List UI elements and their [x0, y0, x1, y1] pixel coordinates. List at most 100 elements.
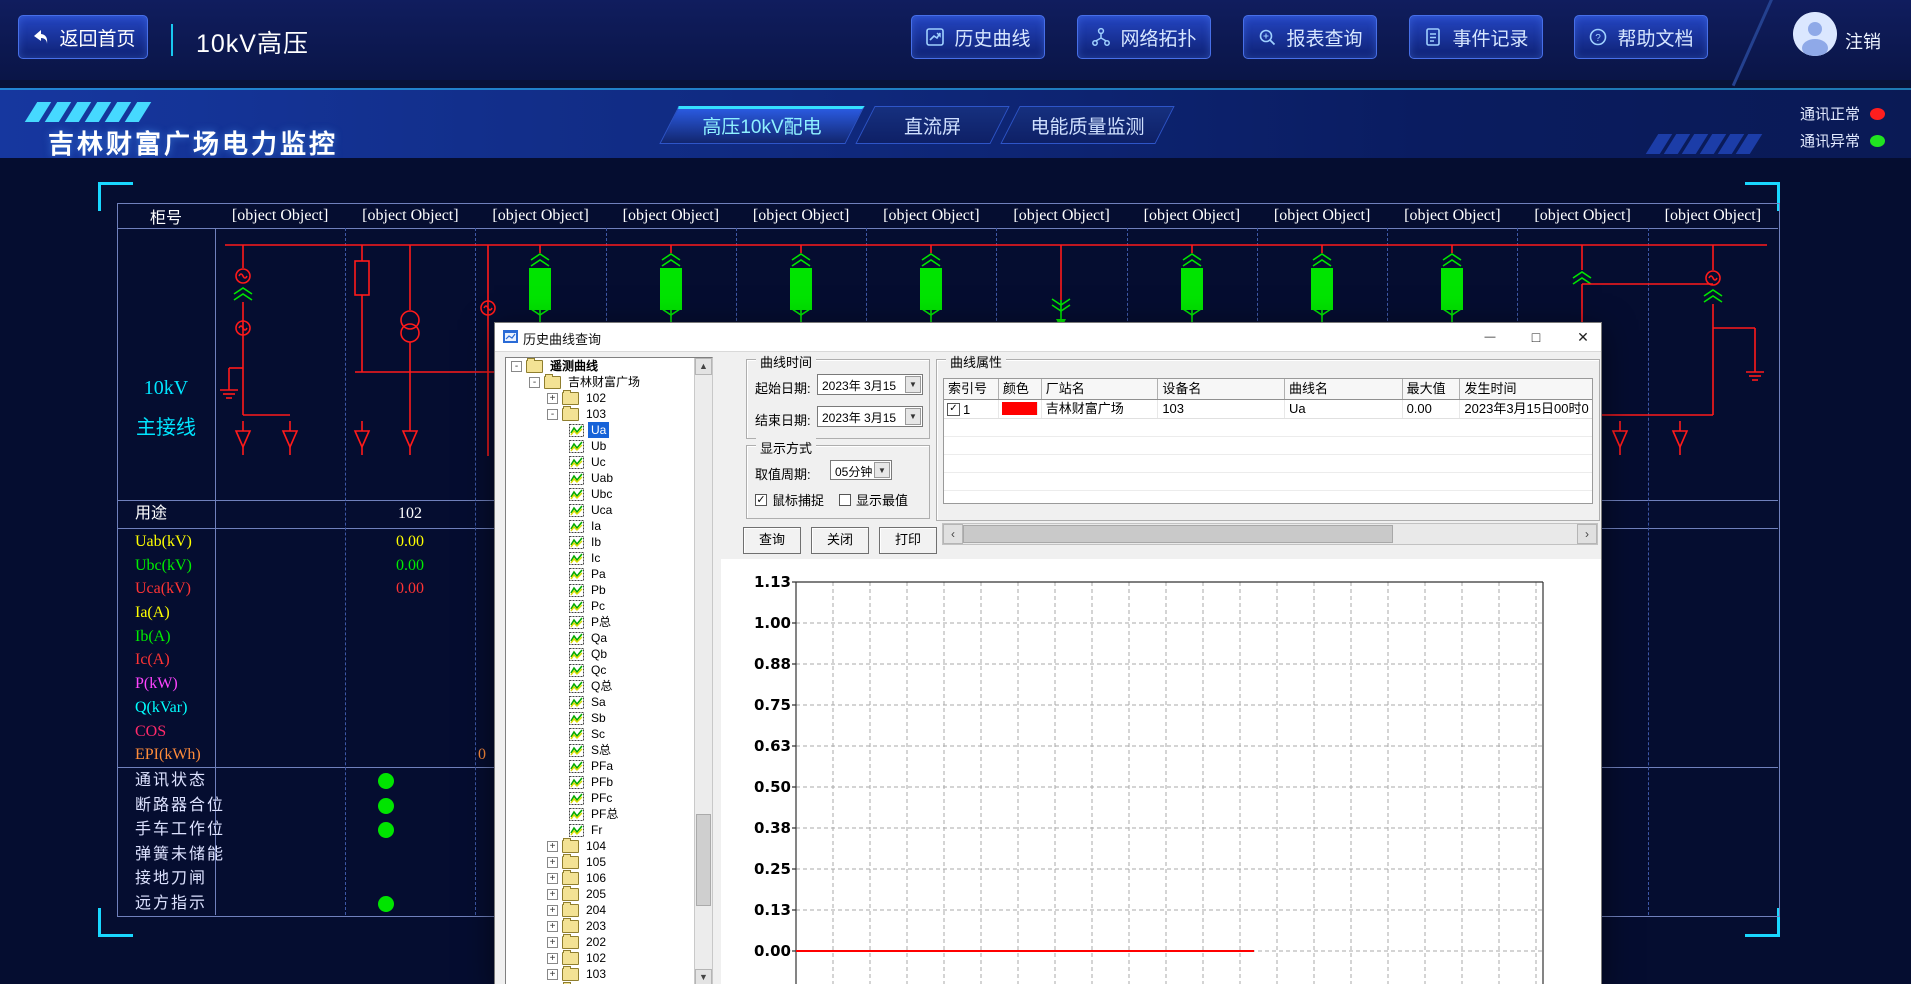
tree-scrollbar[interactable]: ▲ ▼: [694, 358, 712, 984]
tree-item[interactable]: Qc: [506, 662, 712, 678]
avatar[interactable]: [1793, 12, 1837, 56]
row-checkbox[interactable]: ✓: [947, 403, 960, 416]
tree-item[interactable]: Pb: [506, 582, 712, 598]
tree-item[interactable]: PFc: [506, 790, 712, 806]
tab-hv-10kv[interactable]: 高压10kV配电: [669, 106, 855, 144]
tree-item[interactable]: PF总: [506, 806, 712, 822]
tree-item[interactable]: - 吉林财富广场: [506, 374, 712, 390]
attr-table-hscrollbar[interactable]: ‹ ›: [942, 523, 1598, 545]
nav-help-doc-button[interactable]: ? 帮助文档: [1574, 15, 1708, 59]
tree-item[interactable]: Sc: [506, 726, 712, 742]
tree-item[interactable]: Sb: [506, 710, 712, 726]
curve-tree[interactable]: - 遥测曲线 - 吉林财富广场 + 102: [505, 357, 713, 984]
tree-item[interactable]: Uab: [506, 470, 712, 486]
tree-item-label: 102: [583, 390, 609, 406]
scroll-right-arrow[interactable]: ›: [1577, 524, 1597, 544]
curve-attributes-table[interactable]: 索引号 颜色 厂站名 设备名 曲线名 最大值 发生时间 ✓ 1: [943, 378, 1593, 504]
print-button[interactable]: 打印: [879, 527, 937, 554]
tree-expander[interactable]: -: [511, 361, 522, 372]
query-button[interactable]: 查询: [743, 527, 801, 554]
tree-item[interactable]: Ic: [506, 550, 712, 566]
tree-item[interactable]: Uca: [506, 502, 712, 518]
tree-item[interactable]: + 102: [506, 390, 712, 406]
tree-item[interactable]: Ua: [506, 422, 712, 438]
tree-item[interactable]: + 205: [506, 886, 712, 902]
tree-item[interactable]: + 103: [506, 966, 712, 982]
tree-item[interactable]: + 104: [506, 838, 712, 854]
logout-button[interactable]: 注销: [1845, 28, 1881, 54]
tree-item[interactable]: Qb: [506, 646, 712, 662]
tree-expander[interactable]: -: [547, 409, 558, 420]
back-home-button[interactable]: 返回首页: [18, 15, 148, 59]
end-date-picker[interactable]: 2023年 3月15 ▼: [817, 406, 923, 427]
dropdown-arrow-icon[interactable]: ▼: [905, 408, 921, 425]
checkbox-unchecked-icon[interactable]: [839, 494, 851, 506]
tree-item[interactable]: + 106: [506, 870, 712, 886]
scroll-up-arrow[interactable]: ▲: [695, 358, 712, 375]
banner: 吉林财富广场电力监控 高压10kV配电 直流屏 电能质量监测 通讯正常 通讯异常: [0, 88, 1911, 162]
dialog-titlebar[interactable]: 历史曲线查询 — □ ✕: [495, 323, 1601, 352]
tree-item[interactable]: Q总: [506, 678, 712, 694]
tree-item[interactable]: + 202: [506, 934, 712, 950]
measurement-label: Q(kVar): [117, 699, 187, 716]
tree-expander[interactable]: +: [547, 953, 558, 964]
tree-item[interactable]: Pa: [506, 566, 712, 582]
attr-table-row[interactable]: ✓ 1 吉林财富广场 103 Ua 0.00 2023年3月15日00时0: [944, 400, 1592, 419]
tree-item[interactable]: - 遥测曲线: [506, 358, 712, 374]
tree-item[interactable]: + 105: [506, 854, 712, 870]
maximize-button[interactable]: □: [1525, 327, 1547, 347]
tab-power-quality[interactable]: 电能质量监测: [1010, 106, 1165, 144]
measurement-value-102: 0.00: [345, 530, 475, 554]
minimize-button[interactable]: —: [1479, 327, 1501, 347]
tree-item[interactable]: S总: [506, 742, 712, 758]
tree-item[interactable]: - 103: [506, 406, 712, 422]
dropdown-arrow-icon[interactable]: ▼: [874, 462, 890, 478]
close-button[interactable]: ✕: [1572, 327, 1594, 347]
tab-dc-panel[interactable]: 直流屏: [865, 106, 1000, 144]
scrollbar-thumb[interactable]: [696, 814, 711, 906]
curve-icon: [569, 648, 584, 661]
nav-report-query-button[interactable]: 报表查询: [1243, 15, 1377, 59]
tree-item[interactable]: PFa: [506, 758, 712, 774]
curve-color-swatch: [1002, 402, 1038, 415]
tree-item-label: 205: [583, 886, 609, 902]
tree-item[interactable]: Ib: [506, 534, 712, 550]
tree-expander[interactable]: +: [547, 921, 558, 932]
tree-item[interactable]: Uc: [506, 454, 712, 470]
tree-item[interactable]: PFb: [506, 774, 712, 790]
tree-item[interactable]: Ubc: [506, 486, 712, 502]
tree-expander[interactable]: +: [547, 969, 558, 980]
dropdown-arrow-icon[interactable]: ▼: [905, 376, 921, 393]
tree-expander[interactable]: -: [529, 377, 540, 388]
tree-expander[interactable]: +: [547, 905, 558, 916]
tree-item[interactable]: + 204: [506, 902, 712, 918]
tree-item[interactable]: Fr: [506, 822, 712, 838]
tree-item[interactable]: Ia: [506, 518, 712, 534]
hscrollbar-thumb[interactable]: [963, 525, 1393, 543]
scroll-down-arrow[interactable]: ▼: [695, 969, 712, 984]
nav-event-log-button[interactable]: 事件记录: [1409, 15, 1543, 59]
tree-expander[interactable]: +: [547, 873, 558, 884]
tree-item[interactable]: Pc: [506, 598, 712, 614]
tree-item[interactable]: Qa: [506, 630, 712, 646]
nav-history-curve-button[interactable]: 历史曲线: [911, 15, 1045, 59]
mouse-capture-checkbox[interactable]: ✓ 鼠标捕捉: [755, 490, 824, 509]
tree-expander[interactable]: +: [547, 889, 558, 900]
tree-item[interactable]: P总: [506, 614, 712, 630]
tree-item[interactable]: + 203: [506, 918, 712, 934]
close-dialog-button[interactable]: 关闭: [811, 527, 869, 554]
sample-period-select[interactable]: 05分钟 ▼: [830, 460, 892, 480]
tree-item[interactable]: Sa: [506, 694, 712, 710]
tree-expander[interactable]: +: [547, 393, 558, 404]
tab-hv-10kv-label: 高压10kV配电: [669, 106, 855, 144]
tree-item[interactable]: Ub: [506, 438, 712, 454]
tree-item[interactable]: + 102: [506, 950, 712, 966]
start-date-picker[interactable]: 2023年 3月15 ▼: [817, 374, 923, 395]
show-max-checkbox[interactable]: 显示最值: [839, 490, 908, 509]
nav-network-topology-button[interactable]: 网络拓扑: [1077, 15, 1211, 59]
tree-expander[interactable]: +: [547, 857, 558, 868]
checkbox-checked-icon[interactable]: ✓: [755, 494, 767, 506]
scroll-left-arrow[interactable]: ‹: [943, 524, 963, 544]
tree-expander[interactable]: +: [547, 841, 558, 852]
tree-expander[interactable]: +: [547, 937, 558, 948]
